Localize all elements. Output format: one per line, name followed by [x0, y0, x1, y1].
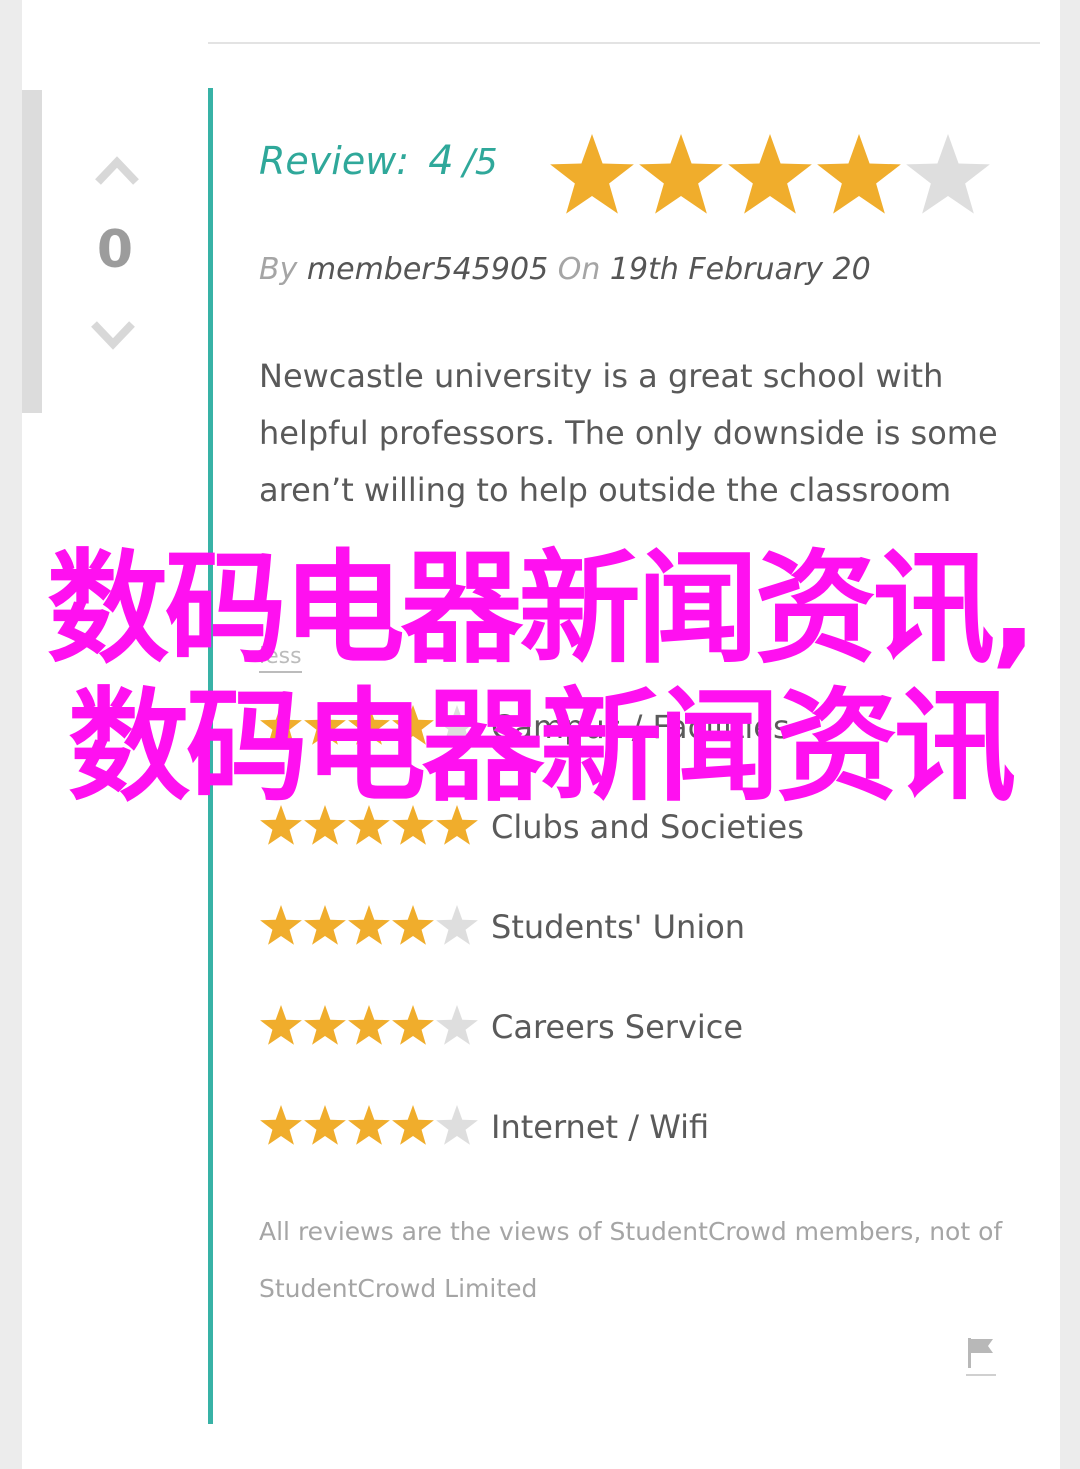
on-prefix: On [557, 252, 601, 287]
category-star-filled-icon [260, 1105, 302, 1145]
review-text: Newcastle university is a great school w… [259, 357, 998, 509]
category-star-filled-icon [304, 1005, 346, 1045]
overlay-banner-text: 数码电器新闻资讯,数码电器新闻资讯 [46, 538, 1037, 818]
category-star-filled-icon [348, 1005, 390, 1045]
category-label: Students' Union [491, 908, 746, 946]
category-star-empty-icon [436, 1105, 478, 1145]
category-star-filled-icon [348, 1105, 390, 1145]
category-star-filled-icon [260, 905, 302, 945]
vote-bar [22, 90, 42, 413]
chevron-down-icon[interactable] [90, 316, 136, 356]
overall-star-filled-icon [639, 134, 723, 214]
category-star-filled-icon [304, 905, 346, 945]
vote-count: 0 [96, 220, 134, 280]
chevron-up-icon[interactable] [94, 150, 140, 190]
category-label: Internet / Wifi [491, 1108, 710, 1146]
category-star-rating [260, 905, 478, 945]
category-rating-row: Careers Service [259, 1003, 1019, 1053]
review-date: 19th February 20 [609, 252, 871, 287]
category-star-filled-icon [392, 905, 434, 945]
category-rating-row: Internet / Wifi [259, 1103, 1019, 1153]
category-star-empty-icon [436, 1005, 478, 1045]
review-heading: Review: 4 /5 [259, 138, 498, 198]
category-star-empty-icon [436, 905, 478, 945]
flag-icon[interactable] [966, 1336, 996, 1378]
category-star-filled-icon [304, 1105, 346, 1145]
by-prefix: By [259, 252, 298, 287]
category-star-filled-icon [260, 1005, 302, 1045]
overall-star-filled-icon [817, 134, 901, 214]
divider [208, 42, 1040, 44]
category-label: Careers Service [491, 1008, 744, 1046]
overall-star-filled-icon [550, 134, 634, 214]
review-byline: By member545905 On 19th February 20 [259, 252, 871, 287]
category-star-filled-icon [392, 1005, 434, 1045]
overall-star-rating [550, 134, 990, 214]
overall-star-empty-icon [906, 134, 990, 214]
category-star-filled-icon [348, 905, 390, 945]
review-author[interactable]: member545905 [307, 252, 548, 287]
review-out-of: /5 [462, 142, 498, 183]
review-score: 4 [428, 138, 454, 184]
overall-star-filled-icon [728, 134, 812, 214]
disclaimer: All reviews are the views of StudentCrow… [259, 1217, 1003, 1303]
review-label: Review: [259, 139, 410, 183]
category-rating-row: Students' Union [259, 903, 1019, 953]
category-star-filled-icon [392, 1105, 434, 1145]
category-star-rating [260, 1005, 478, 1045]
category-star-rating [260, 1105, 478, 1145]
